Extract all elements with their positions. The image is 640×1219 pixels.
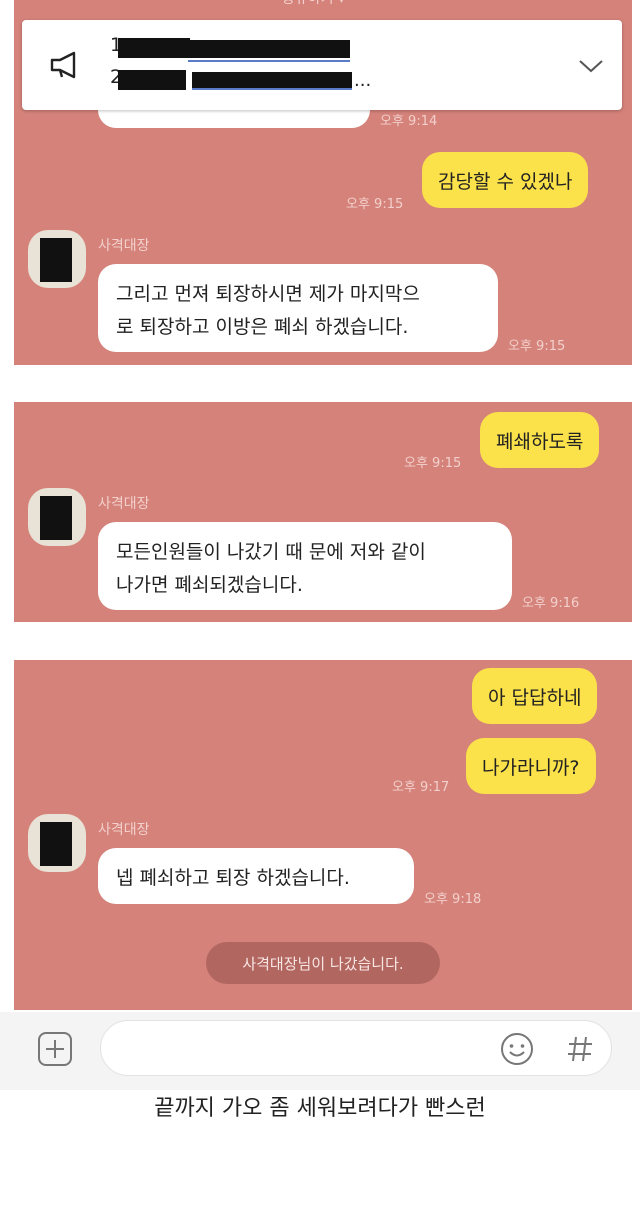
message-line: 나가면 폐쇠되겠습니다. bbox=[116, 574, 303, 596]
megaphone-icon bbox=[50, 51, 76, 79]
my-message-bubble[interactable]: 아 답답하네 bbox=[472, 668, 598, 724]
hashtag-icon[interactable] bbox=[565, 1034, 595, 1064]
their-message-bubble[interactable]: 넵 폐쇠하고 퇴장 하겠습니다. bbox=[98, 848, 414, 904]
avatar[interactable] bbox=[28, 488, 86, 546]
notice-banner[interactable]: 1 2 ... bbox=[22, 20, 622, 110]
message-time: 오후 9:15 bbox=[346, 197, 404, 212]
avatar[interactable] bbox=[28, 230, 86, 288]
redaction-bar bbox=[188, 40, 350, 58]
message-line: 모든인원들이 나갔기 때 문에 저와 같이 bbox=[116, 541, 426, 563]
sender-name: 사격대장 bbox=[98, 822, 150, 838]
my-message-bubble[interactable]: 감당할 수 있겠나 bbox=[422, 152, 589, 208]
top-share-hint[interactable]: 공유하기 ▾ bbox=[282, 0, 345, 8]
message-time: 오후 9:16 bbox=[522, 596, 580, 611]
sender-name: 사격대장 bbox=[98, 238, 150, 254]
chevron-down-icon[interactable] bbox=[578, 58, 604, 74]
link-underline bbox=[188, 60, 350, 62]
message-time: 오후 9:18 bbox=[424, 892, 482, 907]
message-line: 그리고 먼져 퇴장하시면 제가 마지막으 bbox=[116, 283, 420, 305]
redaction-bar bbox=[118, 70, 186, 90]
caption-text: 끝까지 가오 좀 세워보려다가 빤스런 bbox=[154, 1096, 486, 1121]
chat-panel-3: 아 답답하네 나가라니까? 오후 9:17 사격대장 넵 폐쇠하고 퇴장 하겠습… bbox=[14, 660, 632, 1010]
smile-icon[interactable] bbox=[499, 1031, 535, 1067]
my-message-bubble[interactable]: 폐쇄하도록 bbox=[480, 412, 600, 468]
chat-panel-2: 폐쇄하도록 오후 9:15 사격대장 모든인원들이 나갔기 때 문에 저와 같이… bbox=[14, 402, 632, 622]
sender-name: 사격대장 bbox=[98, 496, 150, 512]
message-time: 오후 9:14 bbox=[380, 114, 438, 129]
their-message-bubble[interactable]: 그리고 먼져 퇴장하시면 제가 마지막으 로 퇴장하고 이방은 폐쇠 하겠습니다… bbox=[98, 264, 498, 352]
message-time: 오후 9:15 bbox=[404, 456, 462, 471]
plus-square-icon[interactable] bbox=[36, 1030, 76, 1070]
their-message-bubble[interactable]: 모든인원들이 나갔기 때 문에 저와 같이 나가면 폐쇠되겠습니다. bbox=[98, 522, 512, 610]
message-time: 오후 9:15 bbox=[508, 339, 566, 354]
link-underline bbox=[192, 88, 352, 90]
message-time: 오후 9:17 bbox=[392, 780, 450, 795]
input-bar bbox=[0, 1012, 640, 1090]
avatar[interactable] bbox=[28, 814, 86, 872]
message-line: 로 퇴장하고 이방은 폐쇠 하겠습니다. bbox=[116, 316, 409, 338]
message-input[interactable] bbox=[100, 1020, 612, 1076]
system-message: 사격대장님이 나갔습니다. bbox=[206, 942, 440, 984]
my-message-bubble[interactable]: 나가라니까? bbox=[466, 738, 596, 794]
notice-line-2-ellipsis: ... bbox=[354, 70, 372, 91]
redaction-bar bbox=[118, 38, 190, 58]
